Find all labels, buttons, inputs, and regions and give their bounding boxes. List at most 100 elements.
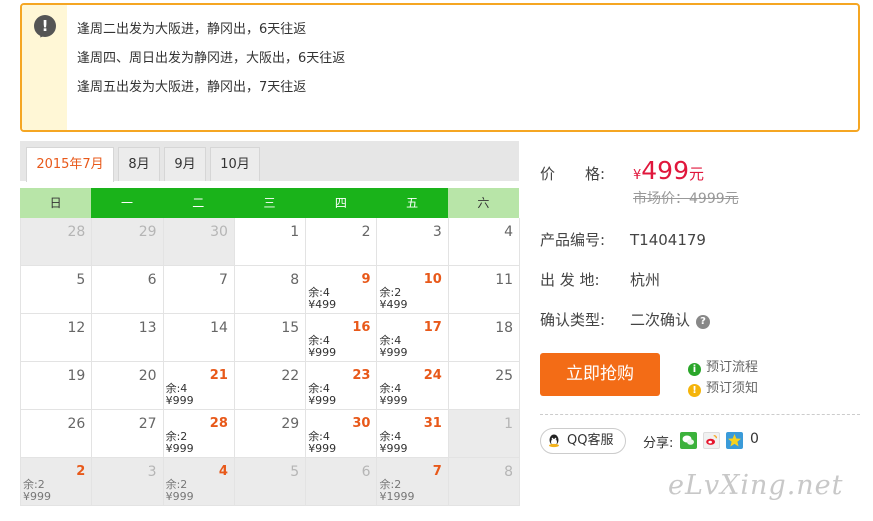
help-icon[interactable]: ? — [696, 315, 711, 329]
day-number: 14 — [210, 320, 228, 336]
day-price: ¥1999 — [379, 490, 415, 503]
day-number: 17 — [423, 320, 442, 335]
origin-value: 杭州 — [630, 271, 661, 289]
day-number: 22 — [281, 368, 300, 384]
day-price: ¥499 — [308, 298, 337, 311]
origin-label: 出 发 地: — [540, 271, 600, 289]
notice-sidebar: ! — [22, 5, 67, 130]
day-price: ¥999 — [23, 490, 51, 503]
day-number: 5 — [290, 464, 300, 480]
calendar-day-cell: 30 — [163, 218, 235, 266]
day-number: 25 — [495, 368, 514, 384]
qzone-share-icon[interactable] — [726, 432, 743, 449]
day-number: 11 — [495, 272, 514, 288]
calendar-day-cell: 8 — [448, 458, 521, 506]
calendar-grid: 28 29 30 1 2 3 4 5 6 7 8 9 余:4 ¥499 10 余:2 ¥499 11 12 13 14 1… — [20, 218, 521, 506]
day-number: 3 — [147, 464, 157, 480]
code-value: T1404179 — [630, 231, 706, 249]
wechat-share-icon[interactable] — [680, 432, 697, 449]
calendar-day-cell: 3 — [377, 218, 449, 266]
weekday-mon: 一 — [91, 188, 163, 218]
day-number: 1 — [290, 224, 300, 240]
calendar-day-cell: 28 — [21, 218, 93, 266]
calendar-day-cell: 5 — [21, 266, 93, 314]
calendar-day-cell[interactable]: 16 余:4 ¥999 — [306, 314, 378, 362]
current-price: ¥499元 — [633, 156, 704, 185]
day-number: 15 — [281, 320, 300, 336]
calendar-day-cell: 14 — [163, 314, 235, 362]
day-price: ¥999 — [165, 490, 194, 503]
share-label: 分享: — [643, 436, 674, 451]
calendar-day-cell: 6 — [306, 458, 378, 506]
day-price: ¥999 — [165, 442, 194, 455]
calendar-day-cell: 6 — [92, 266, 164, 314]
qq-penguin-icon — [549, 434, 559, 448]
qq-service-button[interactable]: QQ客服 — [540, 428, 626, 454]
day-price: ¥499 — [379, 298, 408, 311]
buy-now-button[interactable]: 立即抢购 — [540, 353, 660, 396]
day-number: 16 — [352, 320, 371, 335]
price-unit: 元 — [689, 165, 705, 183]
day-number: 4 — [218, 464, 228, 479]
calendar-day-cell[interactable]: 23 余:4 ¥999 — [306, 362, 378, 410]
day-number: 30 — [352, 416, 371, 431]
weibo-share-icon[interactable] — [703, 432, 720, 449]
calendar-day-cell: 1 — [234, 218, 307, 266]
day-number: 13 — [138, 320, 157, 336]
confirm-label: 确认类型: — [540, 311, 606, 329]
booking-notice-link[interactable]: ! 预订须知 — [688, 377, 758, 397]
calendar-day-cell[interactable]: 4 余:2 ¥999 — [163, 458, 235, 506]
calendar-day-cell: 12 — [21, 314, 93, 362]
calendar-day-cell[interactable]: 28 余:2 ¥999 — [163, 410, 235, 458]
watermark-logo: eLvXing.net — [668, 470, 844, 501]
day-number: 12 — [67, 320, 86, 336]
calendar-day-cell[interactable]: 2 余:2 ¥999 — [21, 458, 93, 506]
calendar-day-cell[interactable]: 30 余:4 ¥999 — [306, 410, 378, 458]
notice-line-3: 逢周五出发为大阪进，静冈出，7天往返 — [77, 80, 307, 95]
calendar-day-cell: 29 — [234, 410, 307, 458]
tab-october[interactable]: 10月 — [210, 147, 260, 181]
code-label: 产品编号: — [540, 231, 606, 249]
month-tabs: 2015年7月 8月 9月 10月 — [20, 141, 519, 182]
day-price: ¥999 — [165, 394, 194, 407]
calendar-day-cell: 1 — [448, 410, 521, 458]
tab-september[interactable]: 9月 — [164, 147, 206, 181]
calendar-day-cell: 15 — [234, 314, 307, 362]
calendar-weekday-header: 日 一 二 三 四 五 六 — [20, 188, 520, 218]
calendar-day-cell: 7 — [163, 266, 235, 314]
day-number: 2 — [361, 224, 371, 240]
day-number: 1 — [504, 416, 514, 432]
calendar-day-cell[interactable]: 7 余:2 ¥1999 — [377, 458, 449, 506]
divider — [540, 414, 860, 415]
booking-flow-link[interactable]: i 预订流程 — [688, 356, 758, 376]
calendar-day-cell[interactable]: 24 余:4 ¥999 — [377, 362, 449, 410]
calendar-day-cell[interactable]: 21 余:4 ¥999 — [163, 362, 235, 410]
day-number: 7 — [218, 272, 228, 288]
calendar-day-cell: 4 — [448, 218, 521, 266]
calendar-day-cell: 2 — [306, 218, 378, 266]
tab-august[interactable]: 8月 — [118, 147, 160, 181]
calendar-day-cell[interactable]: 17 余:4 ¥999 — [377, 314, 449, 362]
price-label: 价 格: — [540, 165, 606, 183]
weekday-tue: 二 — [162, 188, 234, 218]
day-number: 23 — [352, 368, 371, 383]
calendar-day-cell[interactable]: 31 余:4 ¥999 — [377, 410, 449, 458]
calendar-day-cell: 25 — [448, 362, 521, 410]
day-number: 8 — [290, 272, 300, 288]
info-icon: i — [688, 363, 701, 376]
calendar-day-cell: 11 — [448, 266, 521, 314]
day-number: 6 — [361, 464, 371, 480]
calendar-day-cell: 27 — [92, 410, 164, 458]
qq-service-label: QQ客服 — [567, 433, 614, 448]
tab-july[interactable]: 2015年7月 — [26, 147, 114, 182]
notice-line-2: 逢周四、周日出发为静冈进，大阪出，6天往返 — [77, 51, 346, 66]
calendar-day-cell[interactable]: 10 余:2 ¥499 — [377, 266, 449, 314]
calendar-day-cell: 8 — [234, 266, 307, 314]
day-number: 18 — [495, 320, 514, 336]
calendar-day-cell: 22 — [234, 362, 307, 410]
day-price: ¥999 — [308, 442, 337, 455]
day-price: ¥999 — [308, 346, 337, 359]
calendar-day-cell[interactable]: 9 余:4 ¥499 — [306, 266, 378, 314]
day-number: 5 — [76, 272, 86, 288]
confirm-value: 二次确认 — [630, 311, 691, 329]
